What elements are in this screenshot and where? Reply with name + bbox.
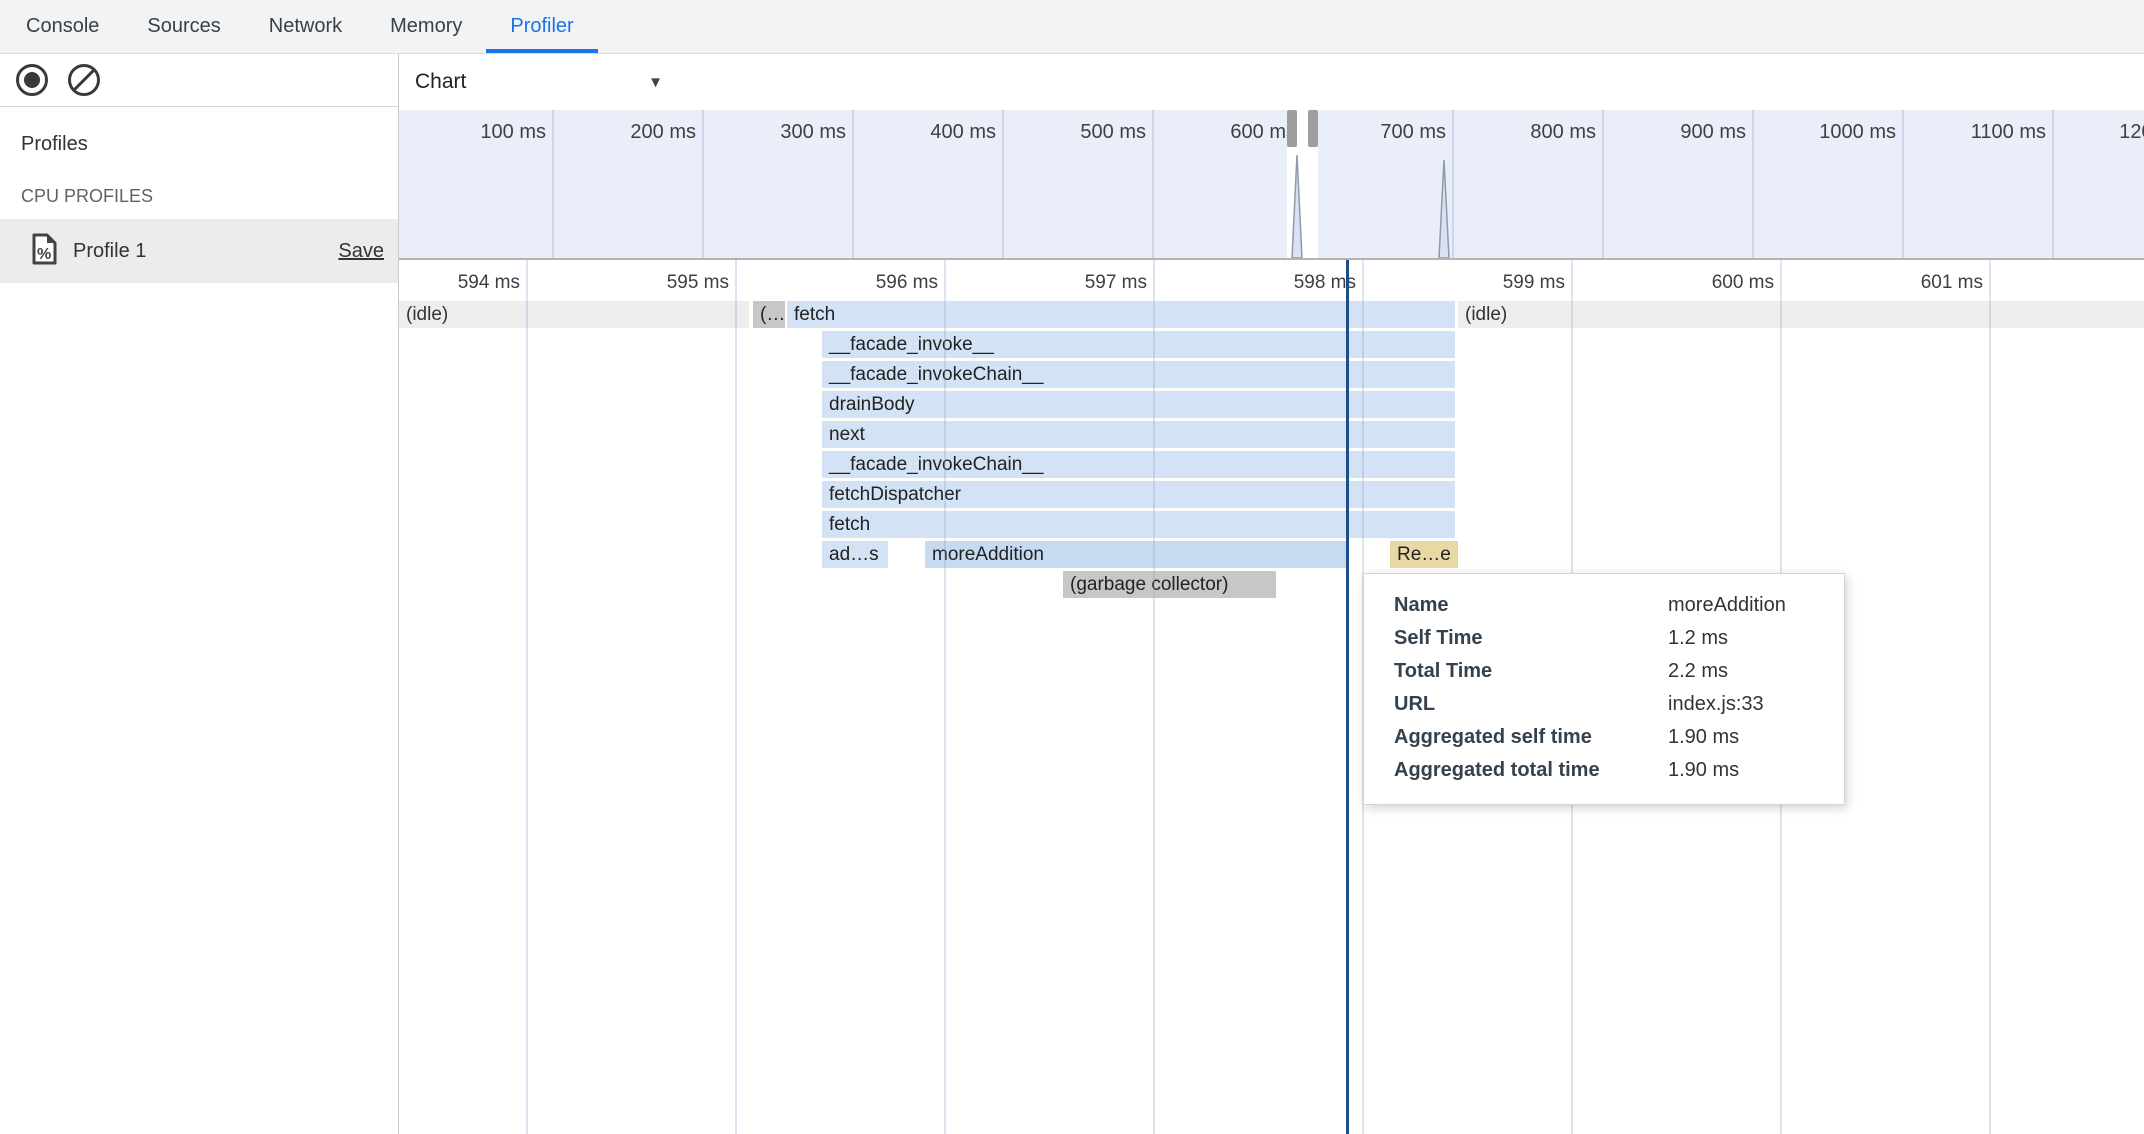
- tab-network[interactable]: Network: [245, 0, 366, 53]
- flame-block-facade-invokechain[interactable]: __facade_invokeChain__: [822, 451, 1455, 478]
- flame-block-facade-invoke[interactable]: __facade_invoke__: [822, 331, 1455, 358]
- tooltip-label: Aggregated total time: [1394, 754, 1600, 787]
- flame-block-idle[interactable]: (idle): [1458, 301, 2144, 328]
- ruler-gridline: [526, 260, 528, 1134]
- cpu-profiles-section-label: CPU PROFILES: [21, 186, 398, 207]
- tabbar: ConsoleSourcesNetworkMemoryProfiler: [0, 0, 2144, 54]
- tooltip-row: Total Time 2.2 ms: [1364, 655, 1844, 688]
- flame-block-tooltip: NamemoreAdditionSelf Time1.2 msTotal Tim…: [1363, 573, 1845, 805]
- flame-block-idle[interactable]: (idle): [399, 301, 749, 328]
- tooltip-label: URL: [1394, 688, 1435, 721]
- tab-sources[interactable]: Sources: [123, 0, 244, 53]
- tab-console[interactable]: Console: [2, 0, 123, 53]
- ruler-gridline: [1153, 260, 1155, 1134]
- ruler-tick-label: 597 ms: [1017, 272, 1147, 294]
- flame-block-next[interactable]: next: [822, 421, 1455, 448]
- tooltip-value: index.js:33: [1668, 688, 1764, 721]
- tab-profiler[interactable]: Profiler: [486, 0, 597, 53]
- ruler-gridline: [944, 260, 946, 1134]
- devtools-window: ConsoleSourcesNetworkMemoryProfiler Prof…: [0, 0, 2144, 1134]
- ruler-tick-label: 594 ms: [399, 272, 520, 294]
- tooltip-value: 1.2 ms: [1668, 622, 1728, 655]
- ruler-tick-label: 599 ms: [1435, 272, 1565, 294]
- save-profile-link[interactable]: Save: [338, 240, 384, 263]
- clear-icon: [73, 69, 95, 91]
- ruler-tick-label: 600 ms: [1644, 272, 1774, 294]
- ruler-gridline: [735, 260, 737, 1134]
- tooltip-label: Total Time: [1394, 655, 1492, 688]
- tooltip-value: 1.90 ms: [1668, 754, 1739, 787]
- record-button[interactable]: [16, 64, 48, 96]
- tooltip-value: 1.90 ms: [1668, 721, 1739, 754]
- selection-handle-left[interactable]: [1287, 110, 1297, 147]
- flame-block-block[interactable]: (…: [753, 301, 785, 328]
- flame-block-fetchdispatcher[interactable]: fetchDispatcher: [822, 481, 1455, 508]
- tooltip-row: Self Time 1.2 ms: [1364, 622, 1844, 655]
- ruler-tick-label: 595 ms: [599, 272, 729, 294]
- profiler-main-pane: Chart ▼ 100 ms200 ms300 ms400 ms500 ms60…: [399, 54, 2144, 1134]
- tooltip-value: moreAddition: [1668, 589, 1786, 622]
- profiles-heading: Profiles: [21, 133, 398, 156]
- ruler-tick-label: 601 ms: [1853, 272, 1983, 294]
- profile-list: % Profile 1 Save: [0, 219, 398, 283]
- flame-block-drainbody[interactable]: drainBody: [822, 391, 1455, 418]
- flame-block-fetch[interactable]: fetch: [822, 511, 1455, 538]
- selection-handle-right[interactable]: [1308, 110, 1318, 147]
- profiler-toolbar: [0, 54, 398, 107]
- flame-block-re-e[interactable]: Re…e: [1390, 541, 1458, 568]
- activity-spikes: [399, 110, 2144, 258]
- ruler-gridline: [1989, 260, 1991, 1134]
- profile-name: Profile 1: [73, 240, 323, 263]
- tab-memory[interactable]: Memory: [366, 0, 486, 53]
- tooltip-value: 2.2 ms: [1668, 655, 1728, 688]
- svg-text:%: %: [37, 246, 51, 263]
- flame-chart[interactable]: 594 ms 595 ms 596 ms 597 ms 598 ms 599 ms 600 …: [399, 260, 2144, 1134]
- flame-block-garbage-collector[interactable]: (garbage collector): [1063, 571, 1276, 598]
- view-mode-value: Chart: [415, 70, 466, 94]
- tooltip-label: Name: [1394, 589, 1448, 622]
- tooltip-label: Self Time: [1394, 622, 1483, 655]
- flame-block-ad-s[interactable]: ad…s: [822, 541, 888, 568]
- ruler-tick-label: 598 ms: [1226, 272, 1356, 294]
- ruler-tick-label: 596 ms: [808, 272, 938, 294]
- clear-button[interactable]: [68, 64, 100, 96]
- profile-document-icon: %: [31, 233, 58, 270]
- tooltip-label: Aggregated self time: [1394, 721, 1592, 754]
- tooltip-row: Aggregated self time 1.90 ms: [1364, 721, 1844, 754]
- timeline-overview[interactable]: 100 ms200 ms300 ms400 ms500 ms600 ms700 …: [399, 110, 2144, 260]
- view-toolbar: Chart ▼: [399, 54, 2144, 110]
- sidebar: Profiles CPU PROFILES % Profile 1 Save: [0, 54, 399, 1134]
- tooltip-row: Aggregated total time 1.90 ms: [1364, 754, 1844, 787]
- view-mode-select[interactable]: Chart ▼: [399, 70, 671, 94]
- flame-block-fetch[interactable]: fetch: [787, 301, 1455, 328]
- tooltip-row: URL index.js:33: [1364, 688, 1844, 721]
- tooltip-row: Name moreAddition: [1364, 589, 1844, 622]
- record-icon: [24, 72, 40, 88]
- dropdown-arrow-icon: ▼: [648, 74, 663, 91]
- profile-list-item[interactable]: % Profile 1 Save: [0, 219, 398, 283]
- flame-block-facade-invokechain[interactable]: __facade_invokeChain__: [822, 361, 1455, 388]
- flame-block-moreaddition[interactable]: moreAddition: [925, 541, 1348, 568]
- playhead-line: [1346, 260, 1349, 1134]
